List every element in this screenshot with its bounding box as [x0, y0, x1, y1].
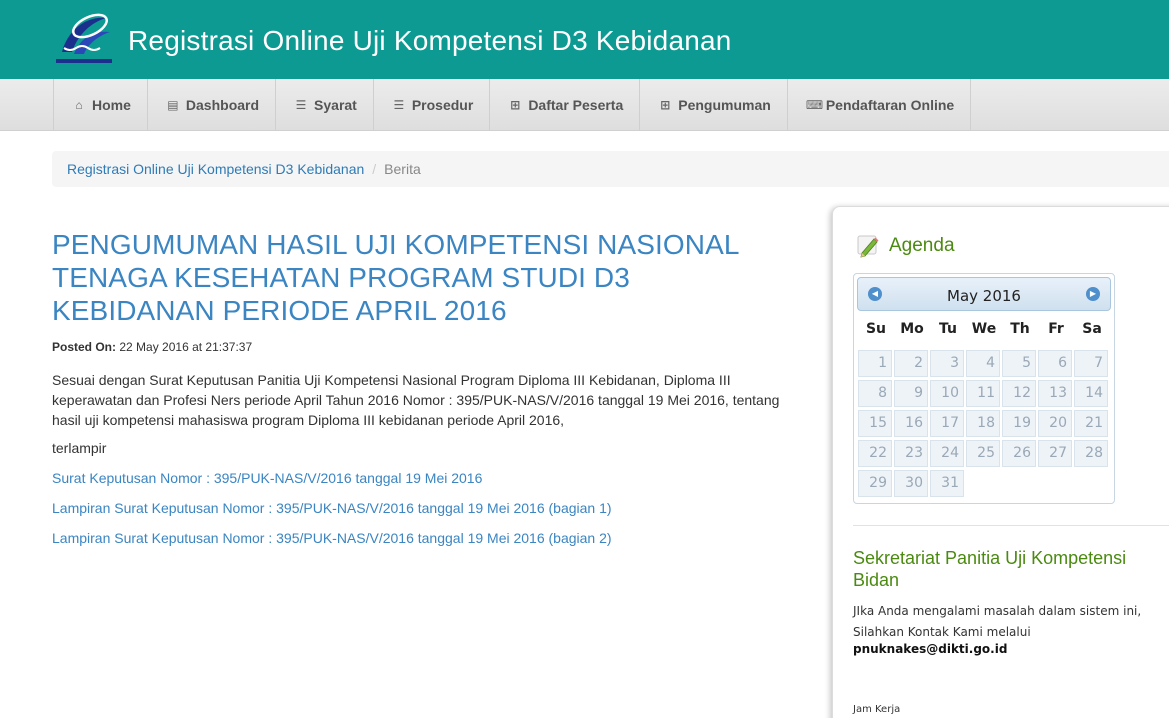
nav-item-label: Pengumuman: [678, 97, 771, 113]
article-terlampir: terlampir: [52, 440, 107, 456]
calendar-day[interactable]: 21: [1074, 410, 1108, 437]
nav-item-label: Daftar Peserta: [528, 97, 624, 113]
weekday-label: Mo: [900, 321, 924, 337]
calendar-weekdays: Su Mo Tu We Th Fr Sa: [857, 321, 1111, 337]
calendar-day[interactable]: 13: [1038, 380, 1072, 407]
breadcrumb-home-link[interactable]: Registrasi Online Uji Kompetensi D3 Kebi…: [67, 161, 364, 177]
calendar-day[interactable]: 9: [894, 380, 928, 407]
calendar-day[interactable]: 5: [1002, 350, 1036, 377]
secretariat-line-2: Silahkan Kontak Kami melalui: [853, 625, 1031, 639]
weekday-label: Th: [1010, 321, 1030, 337]
calendar-day[interactable]: 24: [930, 440, 964, 467]
dikti-logo-icon[interactable]: [54, 8, 116, 66]
secretariat-title: Sekretariat Panitia Uji Kompetensi Bidan: [853, 548, 1127, 590]
calendar-day[interactable]: 31: [930, 470, 964, 497]
table-icon: ⊞: [510, 98, 521, 112]
jam-kerja-label: Jam Kerja: [853, 704, 901, 715]
calendar-day[interactable]: 1: [858, 350, 892, 377]
site-header: Registrasi Online Uji Kompetensi D3 Kebi…: [0, 0, 1169, 79]
calendar-day[interactable]: 25: [966, 440, 1000, 467]
sidebar: Agenda ◀ May 2016 ▶ Su Mo Tu We Th Fr Sa…: [832, 206, 1169, 718]
calendar-day[interactable]: 19: [1002, 410, 1036, 437]
weekday-label: We: [971, 321, 997, 337]
calendar-day[interactable]: 6: [1038, 350, 1072, 377]
calendar-day[interactable]: 11: [966, 380, 1000, 407]
calendar-day[interactable]: 16: [894, 410, 928, 437]
breadcrumb-current: Berita: [384, 161, 421, 177]
article-title: PENGUMUMAN HASIL UJI KOMPETENSI NASIONAL…: [52, 229, 739, 326]
calendar-day[interactable]: 4: [966, 350, 1000, 377]
weekday-label: Sa: [1082, 321, 1102, 337]
posted-on-label: Posted On:: [52, 340, 117, 354]
sidebar-divider: [853, 525, 1169, 526]
agenda-header: Agenda: [855, 233, 955, 259]
breadcrumb-separator: /: [372, 161, 377, 177]
list-icon: ☰: [295, 98, 307, 112]
nav-item-home[interactable]: ⌂ Home: [54, 79, 148, 131]
lampiran-1-link[interactable]: Lampiran Surat Keputusan Nomor : 395/PUK…: [52, 499, 797, 517]
next-month-icon[interactable]: ▶: [1086, 287, 1100, 301]
calendar-day[interactable]: 3: [930, 350, 964, 377]
keyboard-icon: ⌨: [805, 98, 824, 112]
nav-item-pendaftaran-online[interactable]: ⌨ Pendaftaran Online: [788, 79, 972, 131]
weekday-label: Tu: [939, 321, 957, 337]
calendar-day[interactable]: 30: [894, 470, 928, 497]
calendar-day[interactable]: 23: [894, 440, 928, 467]
calendar-day[interactable]: 7: [1074, 350, 1108, 377]
calendar-day[interactable]: 10: [930, 380, 964, 407]
agenda-title: Agenda: [889, 235, 955, 256]
lampiran-2-link[interactable]: Lampiran Surat Keputusan Nomor : 395/PUK…: [52, 529, 797, 547]
calendar-day[interactable]: 22: [858, 440, 892, 467]
calendar-days-grid: 1 2 3 4 5 6 7 8 9 10 11 12 13 14 15 16 17 18 19 20 21 22 23 24 2…: [857, 350, 1111, 497]
breadcrumb: Registrasi Online Uji Kompetensi D3 Kebi…: [52, 151, 1169, 187]
calendar-day[interactable]: 26: [1002, 440, 1036, 467]
nav-item-label: Dashboard: [185, 97, 260, 113]
nav-item-label: Prosedur: [411, 97, 474, 113]
nav-item-pengumuman[interactable]: ⊞ Pengumuman: [640, 79, 788, 131]
calendar-day[interactable]: 14: [1074, 380, 1108, 407]
calendar-day[interactable]: 20: [1038, 410, 1072, 437]
weekday-label: Su: [865, 321, 887, 337]
calendar-day[interactable]: 18: [966, 410, 1000, 437]
calendar-day[interactable]: 28: [1074, 440, 1108, 467]
calendar-day[interactable]: 17: [930, 410, 964, 437]
site-title: Registrasi Online Uji Kompetensi D3 Kebi…: [128, 25, 732, 56]
nav-item-prosedur[interactable]: ☰ Prosedur: [374, 79, 491, 131]
table-icon: ⊞: [660, 98, 671, 112]
nav-item-dashboard[interactable]: ▤ Dashboard: [148, 79, 277, 131]
weekday-label: Fr: [1048, 321, 1064, 337]
posted-on-value: 22 May 2016 at 21:37:37: [119, 340, 253, 354]
list-icon: ☰: [393, 98, 405, 112]
article-body: Sesuai dengan Surat Keputusan Panitia Uj…: [52, 372, 780, 428]
secretariat-line-1: JIka Anda mengalami masalah dalam sistem…: [853, 604, 1142, 618]
calendar-day[interactable]: 27: [1038, 440, 1072, 467]
nav-item-daftar-peserta[interactable]: ⊞ Daftar Peserta: [490, 79, 641, 131]
posted-on: Posted On: 22 May 2016 at 21:37:37: [52, 340, 797, 354]
sk-link[interactable]: Surat Keputusan Nomor : 395/PUK-NAS/V/20…: [52, 469, 797, 487]
nav-item-label: Home: [92, 97, 131, 113]
main-navbar: ⌂ Home ▤ Dashboard ☰ Syarat ☰ Prosedur ⊞ Daftar P…: [0, 79, 1169, 131]
nav-item-syarat[interactable]: ☰ Syarat: [276, 79, 374, 131]
contact-email[interactable]: pnuknakes@dikti.go.id: [853, 642, 1007, 656]
nav-item-label: Pendaftaran Online: [825, 97, 955, 113]
home-icon: ⌂: [75, 98, 83, 112]
calendar-header: ◀ May 2016 ▶: [857, 277, 1111, 311]
agenda-calendar: ◀ May 2016 ▶ Su Mo Tu We Th Fr Sa 123456…: [853, 273, 1115, 504]
pencil-icon: [857, 235, 879, 258]
calendar-day[interactable]: 8: [858, 380, 892, 407]
nav-menu: ⌂ Home ▤ Dashboard ☰ Syarat ☰ Prosedur ⊞ Daftar P…: [53, 79, 972, 131]
calendar-day[interactable]: 29: [858, 470, 892, 497]
calendar-day[interactable]: 15: [858, 410, 892, 437]
nav-item-label: Syarat: [314, 97, 357, 113]
calendar-day[interactable]: 2: [894, 350, 928, 377]
secretariat-text: JIka Anda mengalami masalah dalam sistem…: [853, 601, 1141, 643]
calendar-day[interactable]: 12: [1002, 380, 1036, 407]
article: PENGUMUMAN HASIL UJI KOMPETENSI NASIONAL…: [52, 228, 797, 547]
calendar-month-label: May 2016: [947, 287, 1021, 305]
book-icon: ▤: [167, 98, 179, 112]
